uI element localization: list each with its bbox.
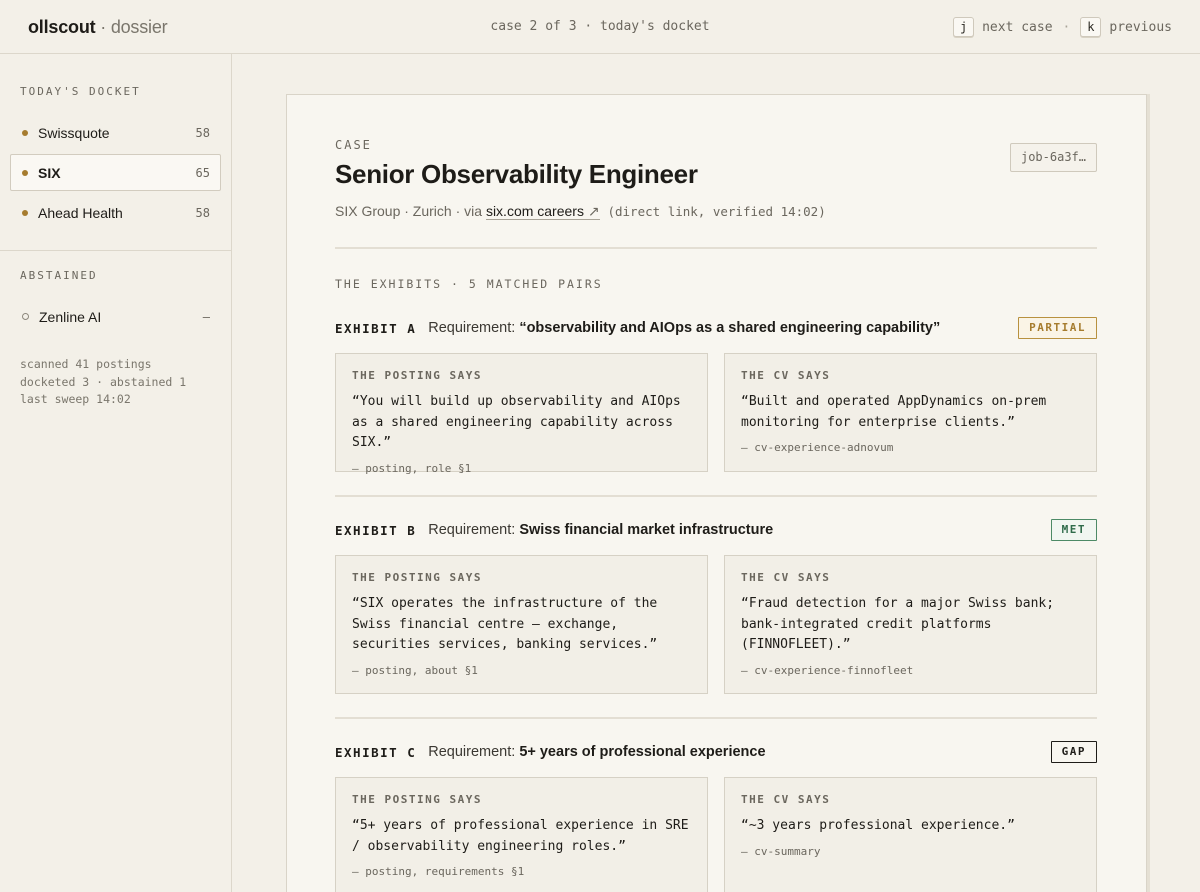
cv-source: — cv-summary	[741, 844, 821, 858]
cv-source: — cv-experience-adnovum	[741, 441, 894, 454]
docket-item-name: Ahead Health	[38, 204, 123, 221]
docket-item-name: Swissquote	[38, 124, 110, 141]
exhibit-divider	[335, 495, 1097, 497]
docket-item-name: SIX	[38, 164, 61, 181]
next-key[interactable]: j	[953, 17, 975, 37]
exhibit-divider	[335, 717, 1097, 719]
sweep-stats: scanned 41 postings docketed 3 · abstain…	[20, 356, 186, 409]
posting-label: THE POSTING SAYS	[352, 571, 482, 584]
exhibit-c-header: EXHIBIT C Requirement: 5+ years of profe…	[335, 740, 1097, 764]
posting-label: THE POSTING SAYS	[352, 793, 482, 806]
abstained-item-name: Zenline AI	[39, 308, 102, 325]
external-link-icon: ↗	[587, 203, 600, 219]
stat-docketed: docketed 3 · abstained 1	[20, 374, 187, 389]
posting-source: — posting, requirements §1	[352, 865, 525, 878]
status-badge: PARTIAL	[1018, 317, 1097, 339]
next-case-link[interactable]: next case	[982, 20, 1052, 35]
posting-quote: “SIX operates the infrastructure of the …	[352, 596, 658, 652]
posting-source: — posting, about §1	[352, 663, 478, 677]
status-dot-icon	[22, 209, 28, 216]
exhibit-requirement: Requirement: Swiss financial market infr…	[428, 522, 774, 538]
company-location: SIX Group · Zurich · via	[335, 203, 483, 219]
cv-label: THE CV SAYS	[741, 369, 831, 382]
source-note: (direct link, verified 14:02)	[607, 204, 826, 219]
sidebar-divider	[0, 250, 231, 251]
exhibit-label: EXHIBIT A	[335, 320, 417, 336]
case-card: CASE job-6a3f… Senior Observability Engi…	[286, 94, 1147, 892]
stat-last-sweep: last sweep 14:02	[20, 392, 131, 406]
posting-source: — posting, role §1	[352, 461, 472, 475]
abstained-heading: ABSTAINED	[20, 269, 98, 282]
page-title: Senior Observability Engineer	[335, 159, 698, 189]
case-label: CASE	[335, 138, 372, 152]
stat-scanned: scanned 41 postings	[20, 357, 152, 371]
docket-item-swissquote[interactable]: Swissquote 58	[10, 114, 221, 151]
shortcut-separator: ·	[1062, 19, 1071, 35]
posting-label: THE POSTING SAYS	[352, 369, 482, 382]
docket-item-score: 58	[195, 205, 210, 220]
cv-quote: “~3 years professional experience.”	[741, 818, 1015, 833]
exhibit-requirement: Requirement: 5+ years of professional ex…	[428, 744, 766, 760]
posting-quote: “5+ years of professional experience in …	[352, 818, 689, 854]
sidebar: TODAY'S DOCKET Swissquote 58 SIX 65 Ahea…	[0, 54, 232, 892]
source-link[interactable]: six.com careers ↗	[485, 203, 600, 220]
status-dot-icon	[22, 129, 28, 136]
cv-quote-box: THE CV SAYS “Fraud detection for a major…	[724, 555, 1097, 694]
prev-key[interactable]: k	[1080, 17, 1102, 37]
top-bar: ollscout · dossier case 2 of 3 · today's…	[0, 0, 1200, 54]
previous-case-link[interactable]: previous	[1109, 20, 1172, 35]
cv-label: THE CV SAYS	[741, 793, 831, 806]
exhibit-a-header: EXHIBIT A Requirement: “observability an…	[335, 316, 1097, 340]
exhibit-requirement: Requirement: “observability and AIOps as…	[428, 320, 941, 336]
cv-source: — cv-experience-finnofleet	[741, 663, 914, 677]
abstained-item-zenline-ai[interactable]: Zenline AI —	[10, 298, 221, 335]
hollow-dot-icon	[22, 313, 29, 320]
job-id-chip[interactable]: job-6a3f…	[1010, 143, 1097, 172]
status-badge: MET	[1050, 519, 1097, 541]
cv-label: THE CV SAYS	[741, 571, 831, 584]
exhibits-heading: THE EXHIBITS · 5 MATCHED PAIRS	[335, 277, 603, 291]
cv-quote-box: THE CV SAYS “~3 years professional exper…	[724, 777, 1097, 892]
cv-quote: “Fraud detection for a major Swiss bank;…	[741, 596, 1055, 652]
keyboard-shortcuts: j next case · k previous	[953, 17, 1172, 37]
cv-quote-box: THE CV SAYS “Built and operated AppDynam…	[724, 353, 1097, 472]
status-badge: GAP	[1050, 741, 1097, 763]
cv-quote: “Built and operated AppDynamics on-prem …	[741, 394, 1047, 430]
case-subtitle: SIX Group · Zurich · via six.com careers…	[335, 203, 826, 220]
status-dot-icon	[22, 169, 28, 176]
docket-heading: TODAY'S DOCKET	[20, 85, 141, 98]
abstained-item-score: —	[202, 309, 210, 324]
posting-quote: “You will build up observability and AIO…	[352, 394, 681, 450]
exhibit-label: EXHIBIT C	[335, 744, 417, 760]
posting-quote-box: THE POSTING SAYS “SIX operates the infra…	[335, 555, 708, 694]
exhibit-label: EXHIBIT B	[335, 522, 417, 538]
posting-quote-box: THE POSTING SAYS “5+ years of profession…	[335, 777, 708, 892]
docket-item-score: 58	[195, 125, 210, 140]
docket-item-six[interactable]: SIX 65	[10, 154, 221, 191]
posting-quote-box: THE POSTING SAYS “You will build up obse…	[335, 353, 708, 475]
section-divider	[335, 247, 1097, 249]
docket-item-score: 65	[195, 165, 210, 180]
exhibit-b-header: EXHIBIT B Requirement: Swiss financial m…	[335, 518, 1097, 542]
docket-item-ahead-health[interactable]: Ahead Health 58	[10, 194, 221, 231]
